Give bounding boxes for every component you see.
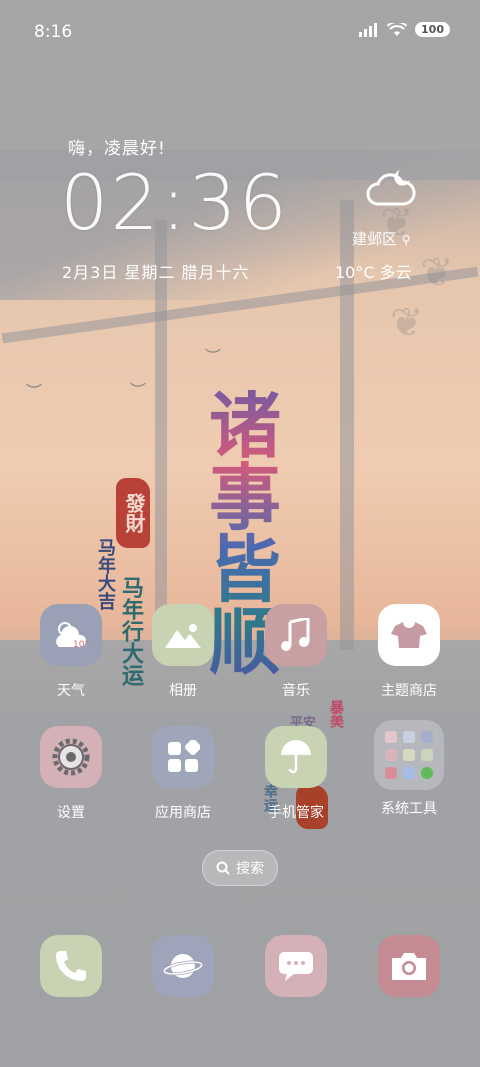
greeting-text: 嗨，凌晨好!: [68, 139, 166, 159]
dock-phone[interactable]: [26, 935, 116, 997]
browser-icon: [152, 935, 214, 997]
search-label: 搜索: [236, 861, 264, 877]
app-theme-store[interactable]: 主题商店: [364, 604, 454, 700]
app-label: 手机管家: [268, 805, 324, 821]
app-label: 主题商店: [381, 683, 437, 699]
search-button[interactable]: 搜索: [202, 850, 278, 886]
dock-camera[interactable]: [364, 935, 454, 997]
weather-summary: 10°C 多云: [335, 263, 412, 282]
calligraphy-char-1: 诸: [208, 383, 281, 468]
signal-icon: [359, 22, 378, 37]
theme-store-icon: [378, 604, 440, 666]
clock-widget[interactable]: 02:36: [60, 158, 289, 247]
status-bar: 8:16 100: [34, 22, 450, 46]
app-label: 设置: [57, 805, 85, 821]
dock-messages[interactable]: [251, 935, 341, 997]
app-label: 系统工具: [381, 801, 437, 817]
app-gallery[interactable]: 相册: [138, 604, 228, 700]
gallery-icon: [152, 604, 214, 666]
app-music[interactable]: 音乐: [251, 604, 341, 700]
dock-browser[interactable]: [138, 935, 228, 997]
message-icon: [265, 935, 327, 997]
app-label: 天气: [57, 683, 85, 699]
location-label[interactable]: 建邺区 ⚲: [352, 228, 411, 249]
date-text: 2月3日 星期二 腊月十六: [62, 263, 250, 282]
phone-icon: [40, 935, 102, 997]
app-label: 相册: [169, 683, 197, 699]
battery-icon: 100: [415, 22, 450, 37]
settings-icon: [40, 726, 102, 788]
phone-manager-icon: [265, 726, 327, 788]
cloudy-night-icon[interactable]: [366, 166, 416, 210]
search-icon: [216, 861, 230, 875]
folder-icon: [374, 720, 444, 790]
wallpaper-side-text-3: 暴美: [328, 700, 344, 728]
app-app-store[interactable]: 应用商店: [138, 726, 228, 822]
location-text: 建邺区: [352, 230, 398, 248]
svg-text:10°: 10°: [73, 640, 89, 650]
fortune-seal: 發財: [116, 478, 150, 548]
wifi-icon: [387, 22, 408, 36]
calligraphy-char-2: 事: [208, 455, 281, 540]
music-icon: [265, 604, 327, 666]
status-time: 8:16: [34, 22, 73, 42]
calligraphy-char-3: 皆: [208, 527, 281, 612]
location-pin-icon: ⚲: [401, 233, 411, 247]
app-settings[interactable]: 设置: [26, 726, 116, 822]
weather-icon: 10°: [40, 604, 102, 666]
app-store-icon: [152, 726, 214, 788]
app-label: 应用商店: [155, 805, 211, 821]
app-weather[interactable]: 10° 天气: [26, 604, 116, 700]
app-label: 音乐: [282, 683, 310, 699]
camera-icon: [378, 935, 440, 997]
app-folder-system-tools[interactable]: 系统工具: [364, 720, 454, 818]
app-phone-manager[interactable]: 手机管家: [251, 726, 341, 822]
